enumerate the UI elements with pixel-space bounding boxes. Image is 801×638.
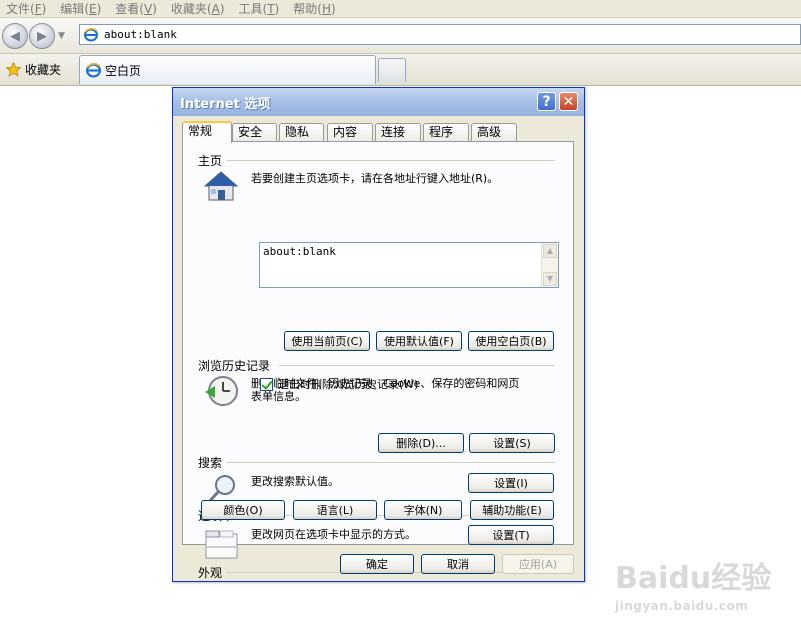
help-button[interactable]: ? xyxy=(537,92,556,111)
menu-bar: 文件(F) 编辑(E) 查看(V) 收藏夹(A) 工具(T) 帮助(H) xyxy=(0,0,801,18)
tab-privacy[interactable]: 隐私 xyxy=(279,123,324,141)
close-button[interactable]: ✕ xyxy=(559,92,578,111)
fonts-button[interactable]: 字体(N) xyxy=(384,500,462,520)
history-divider xyxy=(279,365,555,366)
scroll-up-icon[interactable]: ▲ xyxy=(543,244,557,258)
homepage-group-label: 主页 xyxy=(198,154,223,168)
watermark-brand: Baidu经验 xyxy=(615,561,772,596)
delete-on-exit-label[interactable]: 退出时删除浏览历史记录(W) xyxy=(278,378,418,391)
search-group-label: 搜索 xyxy=(198,456,223,470)
apply-button[interactable]: 应用(A) xyxy=(502,554,574,574)
dialog-titlebar[interactable]: Internet 选项 ? ✕ xyxy=(173,88,584,116)
search-settings-button[interactable]: 设置(I) xyxy=(468,473,554,493)
address-bar[interactable] xyxy=(79,24,801,45)
history-clock-icon xyxy=(205,376,238,406)
star-icon xyxy=(6,61,21,77)
menu-favorites[interactable]: 收藏夹(A) xyxy=(165,0,233,17)
tab-connections[interactable]: 连接 xyxy=(375,123,421,141)
search-description: 更改搜索默认值。 xyxy=(251,475,339,488)
homepage-textbox[interactable]: about:blank ▲ ▼ xyxy=(259,242,559,288)
homepage-scrollbar[interactable]: ▲ ▼ xyxy=(541,243,558,287)
general-tab-panel: 主页 若要创建主页选项卡，请在各地址行键入地址(R)。 about:blank … xyxy=(182,141,574,580)
use-default-button[interactable]: 使用默认值(F) xyxy=(376,331,462,351)
menu-file[interactable]: 文件(F) xyxy=(0,0,54,17)
ok-button[interactable]: 确定 xyxy=(340,554,414,574)
cancel-button[interactable]: 取消 xyxy=(421,554,495,574)
tab-general[interactable]: 常规 xyxy=(182,121,232,143)
homepage-divider xyxy=(227,160,555,161)
homepage-input[interactable]: about:blank xyxy=(260,243,541,287)
use-current-button[interactable]: 使用当前页(C) xyxy=(284,331,370,351)
address-input[interactable] xyxy=(104,28,800,41)
forward-button[interactable]: ▶ xyxy=(29,23,55,49)
ie-tab-icon xyxy=(86,62,101,77)
tab-content[interactable]: 内容 xyxy=(327,123,373,141)
history-dropdown-icon[interactable]: ▼ xyxy=(58,31,65,41)
menu-tools[interactable]: 工具(T) xyxy=(233,0,288,17)
tabs-window-icon xyxy=(205,530,238,559)
tab-advanced[interactable]: 高级 xyxy=(471,123,517,141)
scroll-down-icon[interactable]: ▼ xyxy=(543,272,557,286)
forward-arrow-icon: ▶ xyxy=(37,28,47,44)
browser-tab-blank[interactable]: 空白页 xyxy=(79,55,376,84)
back-arrow-icon: ◀ xyxy=(10,28,20,44)
delete-on-exit-checkbox[interactable] xyxy=(260,378,273,391)
menu-view[interactable]: 查看(V) xyxy=(109,0,165,17)
internet-options-dialog: Internet 选项 ? ✕ 常规 安全 隐私 内容 连接 程序 高级 主页 … xyxy=(172,87,585,582)
tab-programs[interactable]: 程序 xyxy=(423,123,469,141)
tabs-description: 更改网页在选项卡中显示的方式。 xyxy=(251,528,416,541)
favorites-button[interactable]: 收藏夹 xyxy=(2,58,65,80)
tab-label: 空白页 xyxy=(105,63,142,78)
use-blank-button[interactable]: 使用空白页(B) xyxy=(468,331,554,351)
menu-edit[interactable]: 编辑(E) xyxy=(54,0,109,17)
tabs-settings-button[interactable]: 设置(T) xyxy=(468,525,554,545)
close-icon: ✕ xyxy=(562,93,575,110)
navigation-bar: ◀ ▶ ▼ xyxy=(0,18,801,54)
history-group-label: 浏览历史记录 xyxy=(198,359,271,373)
tab-bar: 收藏夹 空白页 xyxy=(0,54,801,86)
accessibility-button[interactable]: 辅助功能(E) xyxy=(470,500,554,520)
appearance-group-label: 外观 xyxy=(198,566,223,580)
baidu-watermark: Baidu经验 jingyan.baidu.com xyxy=(615,553,771,613)
new-tab-button[interactable] xyxy=(378,58,406,82)
menu-help[interactable]: 帮助(H) xyxy=(287,0,343,17)
homepage-description: 若要创建主页选项卡，请在各地址行键入地址(R)。 xyxy=(251,172,499,185)
languages-button[interactable]: 语言(L) xyxy=(293,500,377,520)
home-icon xyxy=(203,171,239,201)
colors-button[interactable]: 颜色(O) xyxy=(201,500,285,520)
history-description-line2: 表单信息。 xyxy=(251,390,306,403)
tab-security[interactable]: 安全 xyxy=(232,123,277,141)
dialog-title: Internet 选项 xyxy=(180,96,271,112)
delete-history-button[interactable]: 删除(D)... xyxy=(378,433,464,453)
favorites-label: 收藏夹 xyxy=(25,62,62,77)
back-button[interactable]: ◀ xyxy=(2,23,28,49)
help-icon: ? xyxy=(542,93,551,110)
watermark-url: jingyan.baidu.com xyxy=(615,599,749,613)
search-divider xyxy=(227,462,555,463)
history-settings-button[interactable]: 设置(S) xyxy=(469,433,555,453)
ie-page-icon xyxy=(84,27,98,41)
